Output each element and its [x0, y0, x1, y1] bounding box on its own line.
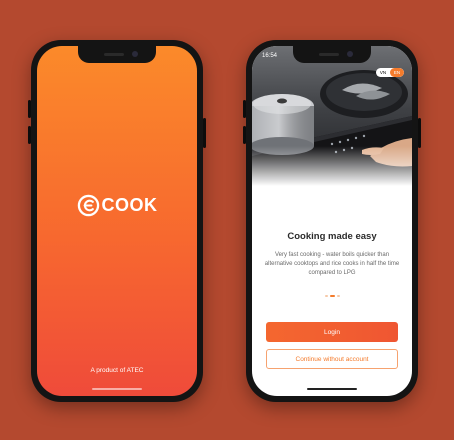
- volume-up-button: [28, 100, 31, 118]
- power-button: [418, 118, 421, 148]
- phone-onboarding: 16:54 VN EN Cooking made easy Very fast …: [243, 40, 421, 402]
- brand-name: COOK: [101, 195, 158, 215]
- volume-down-button: [243, 126, 246, 144]
- onboarding-screen: 16:54 VN EN Cooking made easy Very fast …: [252, 46, 412, 396]
- volume-up-button: [243, 100, 246, 118]
- language-option-vn[interactable]: VN: [376, 68, 390, 77]
- home-indicator: [307, 387, 357, 390]
- splash-screen: COOK A product of ATEC: [37, 46, 197, 396]
- home-indicator: [92, 387, 142, 390]
- page-dot-active[interactable]: [329, 295, 335, 297]
- page-dot[interactable]: [336, 295, 340, 297]
- hero-cooktop-image: [252, 46, 412, 186]
- login-button[interactable]: Login: [266, 322, 398, 342]
- hero-fade: [252, 146, 412, 186]
- language-toggle[interactable]: VN EN: [376, 68, 404, 77]
- notch: [293, 46, 371, 63]
- continue-without-account-button[interactable]: Continue without account: [266, 349, 398, 369]
- product-credit: A product of ATEC: [90, 367, 144, 374]
- volume-down-button: [28, 126, 31, 144]
- page-indicator: [252, 295, 412, 297]
- onboarding-description: Very fast cooking - water boils quicker …: [264, 252, 400, 276]
- ecook-logo-mark-icon: [77, 194, 99, 217]
- ecook-logo: COOK: [37, 194, 197, 217]
- onboarding-title: Cooking made easy: [287, 231, 377, 242]
- notch: [78, 46, 156, 63]
- status-time: 16:54: [262, 53, 278, 59]
- page-dot[interactable]: [324, 295, 328, 297]
- phone-splash: COOK A product of ATEC: [28, 40, 206, 402]
- language-option-en[interactable]: EN: [390, 68, 404, 77]
- power-button: [203, 118, 206, 148]
